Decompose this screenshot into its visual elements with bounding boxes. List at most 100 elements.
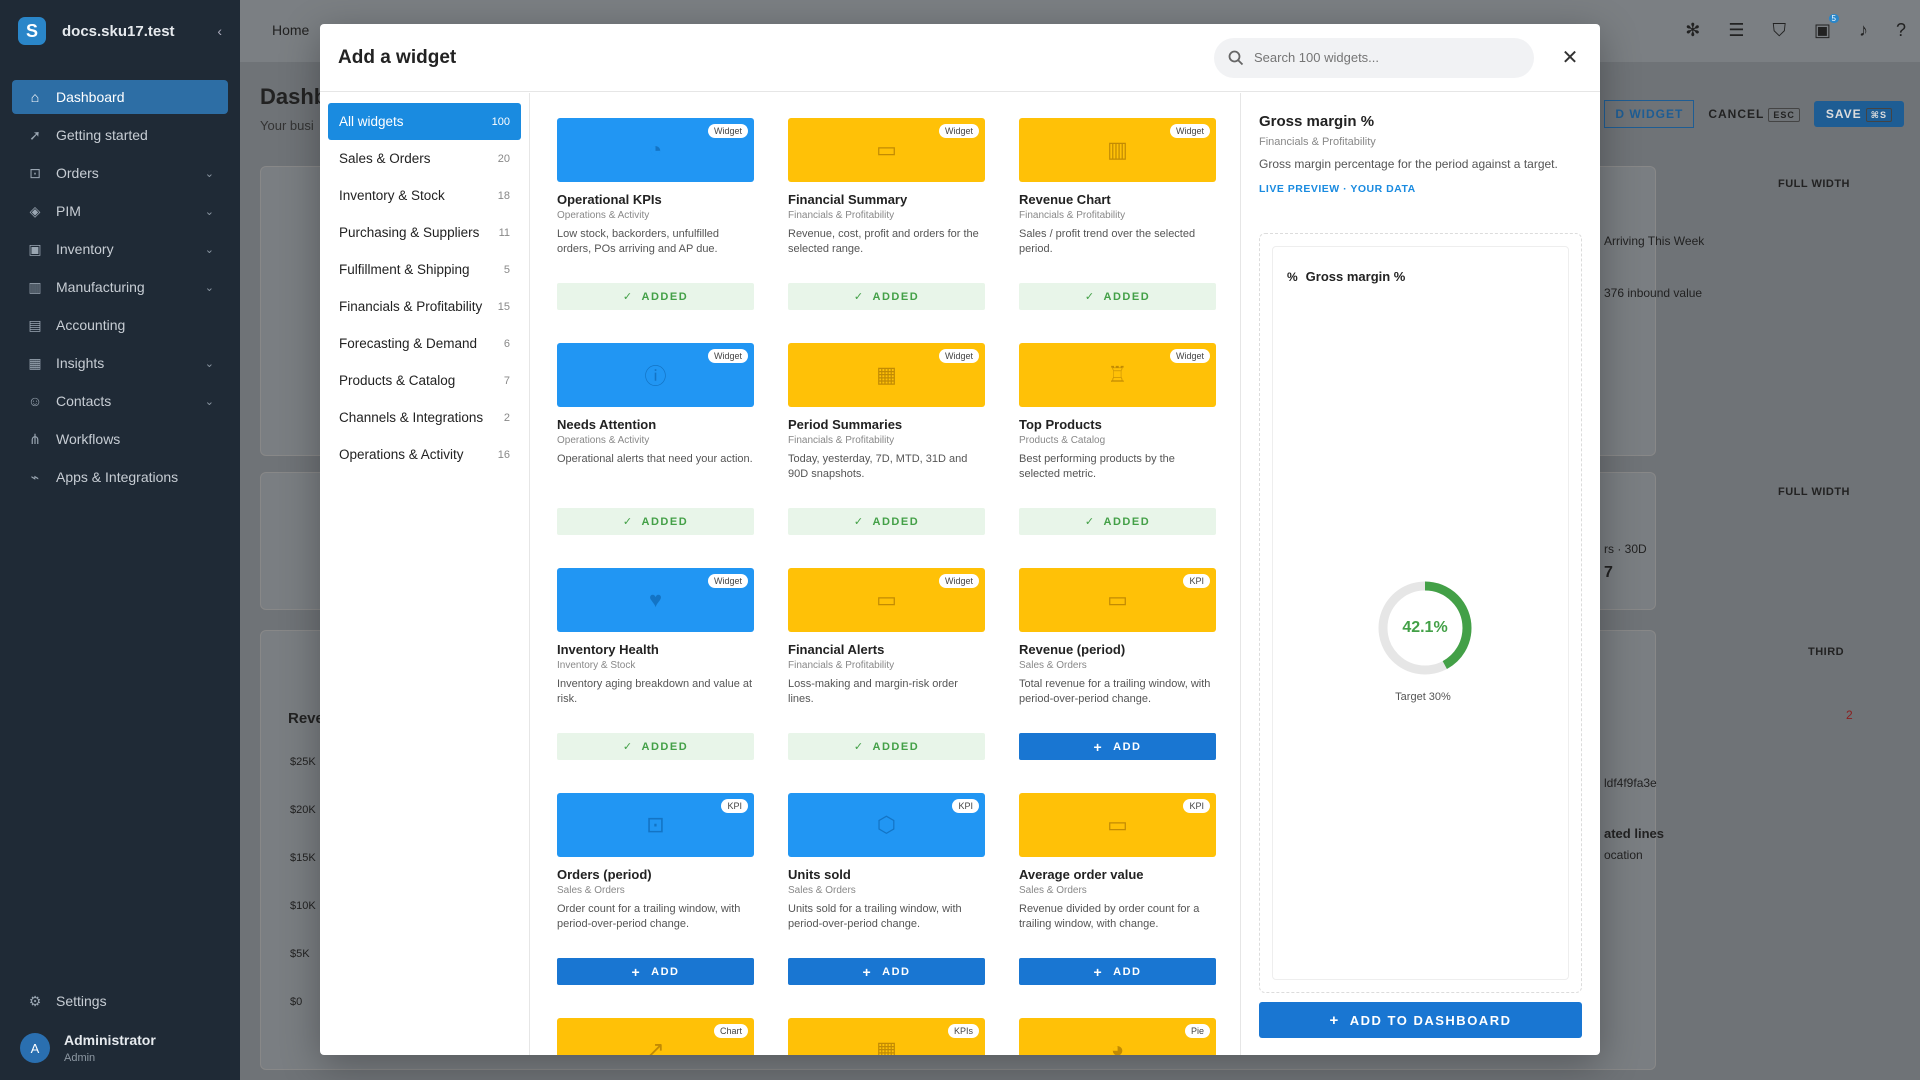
widget-thumbnail[interactable]: ⓘ Widget (557, 343, 754, 407)
gift-icon[interactable]: ▣ 5 (1814, 14, 1839, 41)
chevron-down-icon[interactable]: ⌄ (205, 205, 214, 218)
widget-type-badge: Widget (938, 124, 979, 138)
widget-thumbnail[interactable]: ▭ Widget (788, 118, 985, 182)
widget-thumbnail[interactable]: ⊡ KPI (557, 793, 754, 857)
widget-card[interactable]: ◔ Widget Operational KPIs Operations & Acti… (557, 118, 754, 310)
widget-search[interactable] (1214, 37, 1534, 78)
preview-widget-title: % Gross margin % (1287, 269, 1405, 284)
widget-card[interactable]: ▥ Widget Revenue Chart Financials & Profita… (1019, 118, 1216, 310)
widget-add-button[interactable]: + ADD (1019, 733, 1216, 760)
widget-card[interactable]: ⬡ KPI Units sold Sales & Orders Units sold f… (788, 793, 985, 985)
widget-thumbnail[interactable]: ♖ Widget (1019, 343, 1216, 407)
chevron-down-icon[interactable]: ⌄ (205, 243, 214, 256)
widget-card[interactable]: ▦ Widget Period Summaries Financials & Prof… (788, 343, 985, 535)
category-item[interactable]: Inventory & Stock 18 (328, 177, 521, 214)
sidebar-item-workflows[interactable]: ⋔ Workflows (12, 422, 228, 456)
category-label: Inventory & Stock (339, 188, 445, 203)
widget-thumbnail[interactable]: ▭ KPI (1019, 568, 1216, 632)
sidebar-item-inventory[interactable]: ▣ Inventory ⌄ (12, 232, 228, 266)
widget-title: Period Summaries (788, 417, 903, 432)
full-width-label[interactable]: FULL WIDTH (1778, 178, 1850, 190)
widget-add-label: ADD (1113, 740, 1142, 753)
sidebar-item-insights[interactable]: ▦ Insights ⌄ (12, 346, 228, 380)
help-icon[interactable]: ? (1896, 20, 1906, 41)
category-item[interactable]: Financials & Profitability 15 (328, 288, 521, 325)
third-label[interactable]: THIRD (1808, 646, 1844, 658)
check-icon: ✓ (853, 516, 865, 528)
widget-card[interactable]: ▦ KPIs (788, 1018, 985, 1055)
sidebar-item-getting-started[interactable]: ➚ Getting started (12, 118, 228, 152)
widget-thumbnail[interactable]: ⬡ KPI (788, 793, 985, 857)
close-icon[interactable]: ✕ (1558, 45, 1582, 70)
category-item[interactable]: Purchasing & Suppliers 11 (328, 214, 521, 251)
plus-icon: + (862, 963, 873, 980)
sidebar-item-label: Apps & Integrations (56, 469, 179, 485)
category-item[interactable]: Forecasting & Demand 6 (328, 325, 521, 362)
widget-card[interactable]: ▭ Widget Financial Summary Financials & Pro… (788, 118, 985, 310)
widget-thumbnail[interactable]: ▭ KPI (1019, 793, 1216, 857)
widget-card[interactable]: ⓘ Widget Needs Attention Operations & Activ… (557, 343, 754, 535)
category-item[interactable]: Sales & Orders 20 (328, 140, 521, 177)
widget-thumbnail[interactable]: ▭ Widget (788, 568, 985, 632)
add-to-dashboard-button[interactable]: + ADD TO DASHBOARD (1259, 1002, 1582, 1038)
save-button[interactable]: SAVE ⌘S (1813, 101, 1904, 127)
widget-card[interactable]: ▭ KPI Revenue (period) Sales & Orders Total … (1019, 568, 1216, 760)
widget-description: Revenue, cost, profit and orders for the… (788, 228, 979, 255)
category-item[interactable]: Products & Catalog 7 (328, 362, 521, 399)
search-input[interactable] (1254, 50, 1514, 65)
category-item[interactable]: All widgets 100 (328, 103, 521, 140)
category-item[interactable]: Operations & Activity 16 (328, 436, 521, 473)
collapse-sidebar-icon[interactable]: ‹ (217, 23, 222, 39)
widget-thumbnail[interactable]: ↗ Chart (557, 1018, 754, 1055)
count-badge: 2 (1846, 708, 1853, 722)
sidebar-item-label: Inventory (56, 241, 114, 257)
cancel-button[interactable]: CANCEL ESC (1708, 107, 1800, 122)
user-menu[interactable]: A Administrator Admin (0, 1032, 240, 1080)
full-width-label[interactable]: FULL WIDTH (1778, 486, 1850, 498)
widget-thumbnail[interactable]: ◕ Pie (1019, 1018, 1216, 1055)
shield-icon[interactable]: ⛉ (1772, 20, 1786, 41)
widget-add-button[interactable]: + ADD (1019, 958, 1216, 985)
sidebar-item-orders[interactable]: ⊡ Orders ⌄ (12, 156, 228, 190)
widget-card[interactable]: ◕ Pie (1019, 1018, 1216, 1055)
widget-title: Financial Alerts (788, 642, 885, 657)
widget-thumbnail[interactable]: ▦ Widget (788, 343, 985, 407)
widget-add-label: ADD (1113, 965, 1142, 978)
gift-badge: 5 (1828, 14, 1839, 23)
save-key: ⌘S (1865, 108, 1892, 122)
widget-card[interactable]: ♖ Widget Top Products Products & Catalog Bes… (1019, 343, 1216, 535)
widget-thumbnail[interactable]: ♥ Widget (557, 568, 754, 632)
add-widget-button[interactable]: D WIDGET (1604, 100, 1695, 128)
widget-card[interactable]: ⊡ KPI Orders (period) Sales & Orders Order c… (557, 793, 754, 985)
chevron-down-icon[interactable]: ⌄ (205, 357, 214, 370)
bell-icon[interactable]: ♪ (1859, 20, 1868, 41)
widget-card[interactable]: ▭ KPI Average order value Sales & Orders Rev… (1019, 793, 1216, 985)
widget-description: Order count for a trailing window, with … (557, 903, 741, 930)
snowflake-icon[interactable]: ✻ (1685, 20, 1700, 41)
sidebar-item-pim[interactable]: ◈ PIM ⌄ (12, 194, 228, 228)
widget-type-badge: Widget (938, 349, 979, 363)
widget-card[interactable]: ↗ Chart (557, 1018, 754, 1055)
preview-category: Financials & Profitability (1259, 136, 1376, 148)
chevron-down-icon[interactable]: ⌄ (205, 395, 214, 408)
widget-thumbnail[interactable]: ▥ Widget (1019, 118, 1216, 182)
sidebar-item-accounting[interactable]: ▤ Accounting (12, 308, 228, 342)
category-item[interactable]: Fulfillment & Shipping 5 (328, 251, 521, 288)
sidebar-item-dashboard[interactable]: ⌂ Dashboard (12, 80, 228, 114)
widget-add-button[interactable]: + ADD (557, 958, 754, 985)
widget-thumbnail[interactable]: ▦ KPIs (788, 1018, 985, 1055)
widget-card[interactable]: ♥ Widget Inventory Health Inventory & Stock… (557, 568, 754, 760)
sidebar-item-manufacturing[interactable]: ▥ Manufacturing ⌄ (12, 270, 228, 304)
chevron-down-icon[interactable]: ⌄ (205, 167, 214, 180)
sidebar-item-settings[interactable]: ⚙ Settings (0, 984, 240, 1018)
breadcrumb[interactable]: Home (272, 22, 309, 38)
chevron-down-icon[interactable]: ⌄ (205, 281, 214, 294)
sidebar-item-label: Accounting (56, 317, 126, 333)
tasks-icon[interactable]: ☰ (1728, 20, 1744, 41)
sidebar-item-contacts[interactable]: ☺ Contacts ⌄ (12, 384, 228, 418)
sidebar-item-apps-integrations[interactable]: ⌁ Apps & Integrations (12, 460, 228, 494)
category-item[interactable]: Channels & Integrations 2 (328, 399, 521, 436)
widget-thumbnail[interactable]: ◔ Widget (557, 118, 754, 182)
widget-add-button[interactable]: + ADD (788, 958, 985, 985)
widget-card[interactable]: ▭ Widget Financial Alerts Financials & Prof… (788, 568, 985, 760)
